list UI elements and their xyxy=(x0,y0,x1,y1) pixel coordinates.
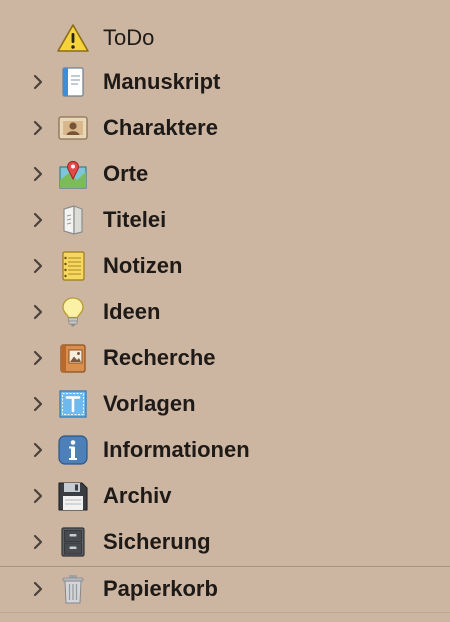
binder-item-label: Informationen xyxy=(103,437,250,462)
binder-item-label: Manuskript xyxy=(103,69,221,94)
chevron-right-icon[interactable] xyxy=(30,120,46,136)
front-matter-icon xyxy=(63,205,83,235)
binder-item-label: Titelei xyxy=(103,207,167,232)
chevron-right-icon[interactable] xyxy=(30,534,46,550)
manuscript-icon xyxy=(62,67,84,97)
binder-item-label: Recherche xyxy=(103,345,216,370)
map-pin-icon xyxy=(59,160,87,189)
binder-item-manuscript[interactable]: Manuskript xyxy=(0,59,450,105)
binder-item-notes[interactable]: Notizen xyxy=(0,243,450,289)
binder-item-trash[interactable]: Papierkorb xyxy=(0,566,450,612)
chevron-right-icon[interactable] xyxy=(30,350,46,366)
binder-item-archive[interactable]: Archiv xyxy=(0,473,450,519)
binder-item-label: Papierkorb xyxy=(103,576,218,601)
binder-item-backup[interactable]: Sicherung xyxy=(0,519,450,565)
binder-item-research[interactable]: Recherche xyxy=(0,335,450,381)
binder-item-label: Sicherung xyxy=(103,529,211,554)
binder-item-characters[interactable]: Charaktere xyxy=(0,105,450,151)
chevron-right-icon[interactable] xyxy=(30,212,46,228)
binder-item-information[interactable]: Informationen xyxy=(0,427,450,473)
chevron-right-icon[interactable] xyxy=(30,258,46,274)
notepad-icon xyxy=(62,251,85,281)
chevron-right-icon[interactable] xyxy=(30,581,46,597)
character-card-icon xyxy=(58,116,88,140)
info-icon xyxy=(58,435,88,465)
filing-cabinet-icon xyxy=(61,527,85,557)
template-icon xyxy=(59,390,87,418)
binder-sidebar: ToDo Manuskript Charaktere Orte Titelei … xyxy=(0,0,450,622)
binder-item-label: Orte xyxy=(103,161,149,186)
lightbulb-icon xyxy=(62,297,84,327)
chevron-right-icon[interactable] xyxy=(30,74,46,90)
chevron-right-icon[interactable] xyxy=(30,166,46,182)
binder-item-label: ToDo xyxy=(103,25,155,50)
floppy-disk-icon xyxy=(58,482,88,511)
chevron-right-icon[interactable] xyxy=(30,304,46,320)
binder-item-label: Ideen xyxy=(103,299,161,324)
binder-item-label: Archiv xyxy=(103,483,172,508)
binder-item-label: Vorlagen xyxy=(103,391,196,416)
research-book-icon xyxy=(60,344,86,373)
chevron-right-icon[interactable] xyxy=(30,488,46,504)
bottom-divider xyxy=(0,612,450,613)
binder-item-label: Notizen xyxy=(103,253,183,278)
chevron-right-icon[interactable] xyxy=(30,396,46,412)
binder-item-front-matter[interactable]: Titelei xyxy=(0,197,450,243)
warning-icon xyxy=(57,24,89,52)
binder-item-label: Charaktere xyxy=(103,115,218,140)
trash-icon xyxy=(62,575,84,604)
binder-item-ideas[interactable]: Ideen xyxy=(0,289,450,335)
binder-item-places[interactable]: Orte xyxy=(0,151,450,197)
chevron-right-icon[interactable] xyxy=(30,442,46,458)
binder-item-todo[interactable]: ToDo xyxy=(0,15,450,61)
binder-item-templates[interactable]: Vorlagen xyxy=(0,381,450,427)
